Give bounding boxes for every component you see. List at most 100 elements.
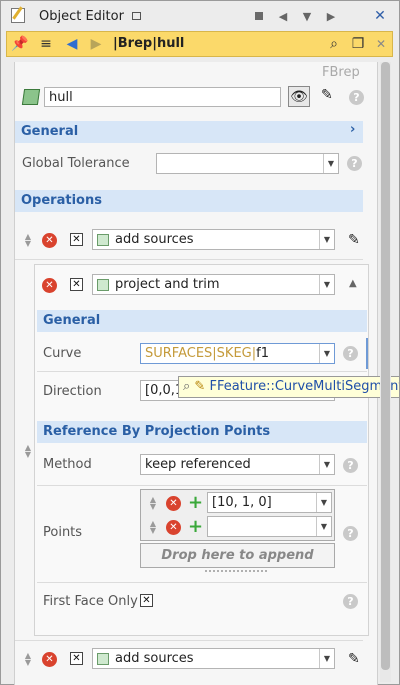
reorder-icon[interactable]: ▲ ▼ (23, 444, 33, 459)
close-icon[interactable]: ✕ (373, 8, 387, 24)
point-value: [10, 1, 0] (212, 495, 272, 510)
object-type-label: FBrep (322, 65, 360, 80)
help-icon[interactable]: ? (347, 156, 362, 171)
right-icon[interactable]: ▶ (325, 10, 337, 23)
points-label: Points (43, 525, 83, 540)
title-bar: Object Editor ◀ ▼ ▶ ✕ (1, 1, 399, 31)
chevron-down-icon[interactable]: ▼ (316, 517, 331, 536)
tooltip-text: FFeature::CurveMultiSegment (209, 379, 400, 394)
curve-path-prefix: SURFACES|SKEG| (145, 346, 257, 361)
left-icon[interactable]: ◀ (277, 10, 289, 23)
add-sources-icon (97, 233, 109, 246)
operation-type-value: project and trim (115, 277, 220, 292)
project-trim-icon (97, 278, 109, 291)
search-icon: ⌕ (183, 379, 191, 394)
object-path: |Brep|hull (113, 36, 185, 51)
drop-zone[interactable]: Drop here to append (140, 543, 335, 568)
operation-type-value: add sources (115, 232, 194, 247)
help-icon[interactable]: ? (349, 90, 364, 105)
add-icon[interactable]: + (188, 494, 203, 512)
divider (15, 259, 363, 260)
first-face-only-label: First Face Only (43, 594, 138, 609)
edit-icon[interactable]: ✎ (321, 87, 337, 103)
first-face-only-checkbox[interactable]: ✕ (140, 594, 153, 607)
method-label: Method (43, 457, 92, 472)
global-tolerance-label: Global Tolerance (22, 156, 130, 171)
reorder-icon[interactable]: ▲ ▼ (148, 520, 158, 535)
window-title: Object Editor (39, 9, 124, 24)
direction-label: Direction (43, 384, 102, 399)
object-name-field[interactable]: hull (44, 87, 281, 107)
delete-icon[interactable]: ✕ (166, 496, 181, 511)
edit-icon[interactable]: ✎ (348, 651, 360, 667)
method-combo[interactable]: keep referenced ▼ (140, 454, 335, 475)
chevron-down-icon[interactable]: ▼ (323, 154, 338, 173)
reorder-icon[interactable]: ▲ ▼ (23, 652, 33, 667)
scrollbar-thumb[interactable] (381, 62, 390, 670)
brep-icon (21, 89, 41, 105)
divider (37, 582, 367, 583)
editor-icon (11, 6, 25, 23)
operation-type-combo[interactable]: project and trim ▼ (92, 274, 335, 295)
curve-combo[interactable]: SURFACES|SKEG|f1 ▼ (140, 343, 335, 364)
chevron-down-icon[interactable]: ▼ (319, 230, 334, 249)
back-icon[interactable]: ◀ (63, 32, 81, 56)
operation-type-combo[interactable]: add sources ▼ (92, 229, 335, 250)
chevron-down-icon[interactable]: ▼ (319, 649, 334, 668)
forward-icon[interactable]: ▶ (87, 32, 105, 56)
minimize-icon[interactable] (253, 10, 265, 22)
op-general-section-title: General (43, 313, 101, 328)
disable-checkbox[interactable]: ✕ (70, 652, 83, 665)
operations-section-title: Operations (21, 193, 102, 208)
disable-checkbox[interactable]: ✕ (70, 233, 83, 246)
delete-icon[interactable]: ✕ (42, 652, 57, 667)
add-sources-icon (97, 652, 109, 665)
list-icon[interactable]: ≡ (37, 32, 55, 56)
reference-projection-section-title: Reference By Projection Points (43, 424, 271, 439)
chevron-down-icon[interactable]: ▼ (319, 344, 334, 363)
help-icon[interactable]: ? (343, 526, 358, 541)
resize-grip[interactable] (205, 570, 267, 573)
general-section-title: General (21, 124, 79, 139)
operations-section-header[interactable]: Operations (15, 190, 363, 212)
close-icon[interactable]: ✕ (373, 32, 389, 56)
op-general-section-header[interactable]: General (37, 310, 367, 332)
method-value: keep referenced (145, 457, 251, 472)
curve-value: f1 (256, 346, 269, 361)
help-icon[interactable]: ? (343, 594, 358, 609)
search-icon[interactable]: ⌕ (325, 32, 343, 56)
copy-icon[interactable]: ❐ (349, 32, 367, 56)
restore-icon[interactable] (132, 12, 141, 20)
add-icon[interactable]: + (188, 518, 203, 536)
help-icon[interactable]: ? (343, 458, 358, 473)
disable-checkbox[interactable]: ✕ (70, 278, 83, 291)
chevron-down-icon[interactable]: ▼ (319, 455, 334, 474)
point-combo[interactable]: [10, 1, 0] ▼ (207, 492, 332, 513)
edit-icon: ✎ (194, 379, 206, 394)
chevron-right-icon[interactable]: › (350, 122, 355, 137)
divider (37, 371, 367, 372)
delete-icon[interactable]: ✕ (166, 520, 181, 535)
editor-toolbar: 📌 ≡ ◀ ▶ |Brep|hull ⌕ ❐ ✕ (6, 31, 393, 57)
help-icon[interactable]: ? (343, 346, 358, 361)
pin-icon[interactable]: 📌 (11, 32, 29, 56)
divider (15, 640, 363, 641)
down-icon[interactable]: ▼ (301, 10, 313, 23)
operation-type-combo[interactable]: add sources ▼ (92, 648, 335, 669)
collapse-icon[interactable]: ▲ (349, 278, 357, 289)
chevron-down-icon[interactable]: ▼ (316, 493, 331, 512)
general-section-header[interactable]: General (15, 121, 363, 143)
drop-hint: Drop here to append (161, 548, 314, 563)
delete-icon[interactable]: ✕ (42, 278, 57, 293)
reorder-icon[interactable]: ▲ ▼ (23, 233, 33, 248)
global-tolerance-combo[interactable]: ▼ (156, 153, 339, 174)
point-combo[interactable]: ▼ (207, 516, 332, 537)
chevron-down-icon[interactable]: ▼ (319, 275, 334, 294)
tooltip: ⌕ ✎ FFeature::CurveMultiSegment (178, 376, 400, 398)
operation-type-value: add sources (115, 651, 194, 666)
reorder-icon[interactable]: ▲ ▼ (148, 496, 158, 511)
delete-icon[interactable]: ✕ (42, 233, 57, 248)
edit-icon[interactable]: ✎ (348, 232, 360, 248)
reference-projection-section-header[interactable]: Reference By Projection Points (37, 421, 367, 443)
visibility-toggle[interactable]: 👁 (288, 86, 310, 107)
